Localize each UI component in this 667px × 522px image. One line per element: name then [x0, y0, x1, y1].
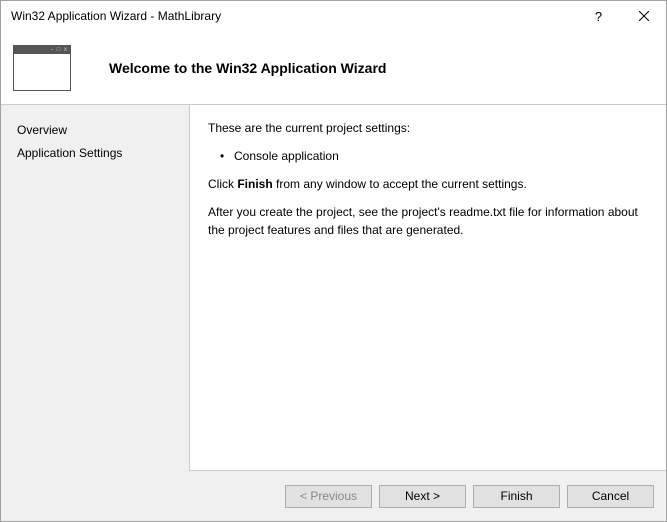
finish-instruction: Click Finish from any window to accept t…: [208, 175, 648, 193]
content-area: Overview Application Settings These are …: [1, 105, 666, 471]
sidebar-item-label: Overview: [17, 123, 67, 137]
previous-button: < Previous: [285, 485, 372, 508]
help-button[interactable]: ?: [576, 1, 621, 31]
help-icon: ?: [595, 9, 602, 24]
next-button[interactable]: Next >: [379, 485, 466, 508]
close-button[interactable]: [621, 1, 666, 31]
app-window-icon: - □ x: [13, 45, 71, 91]
sidebar: Overview Application Settings: [1, 105, 189, 471]
window-title: Win32 Application Wizard - MathLibrary: [11, 9, 576, 23]
intro-text: These are the current project settings:: [208, 119, 648, 137]
sidebar-item-label: Application Settings: [17, 146, 122, 160]
wizard-window: Win32 Application Wizard - MathLibrary ?…: [0, 0, 667, 522]
header: - □ x Welcome to the Win32 Application W…: [1, 31, 666, 105]
close-icon: [639, 11, 649, 21]
sidebar-item-overview[interactable]: Overview: [11, 119, 179, 142]
button-bar: < Previous Next > Finish Cancel: [1, 471, 666, 521]
after-text: After you create the project, see the pr…: [208, 203, 648, 239]
main-panel: These are the current project settings: …: [189, 105, 666, 471]
finish-button[interactable]: Finish: [473, 485, 560, 508]
sidebar-item-application-settings[interactable]: Application Settings: [11, 142, 179, 165]
page-title: Welcome to the Win32 Application Wizard: [109, 60, 386, 76]
bullet-item: Console application: [208, 147, 648, 165]
cancel-button[interactable]: Cancel: [567, 485, 654, 508]
bullet-text: Console application: [234, 149, 339, 163]
finish-bold: Finish: [237, 177, 272, 191]
titlebar: Win32 Application Wizard - MathLibrary ?: [1, 1, 666, 31]
